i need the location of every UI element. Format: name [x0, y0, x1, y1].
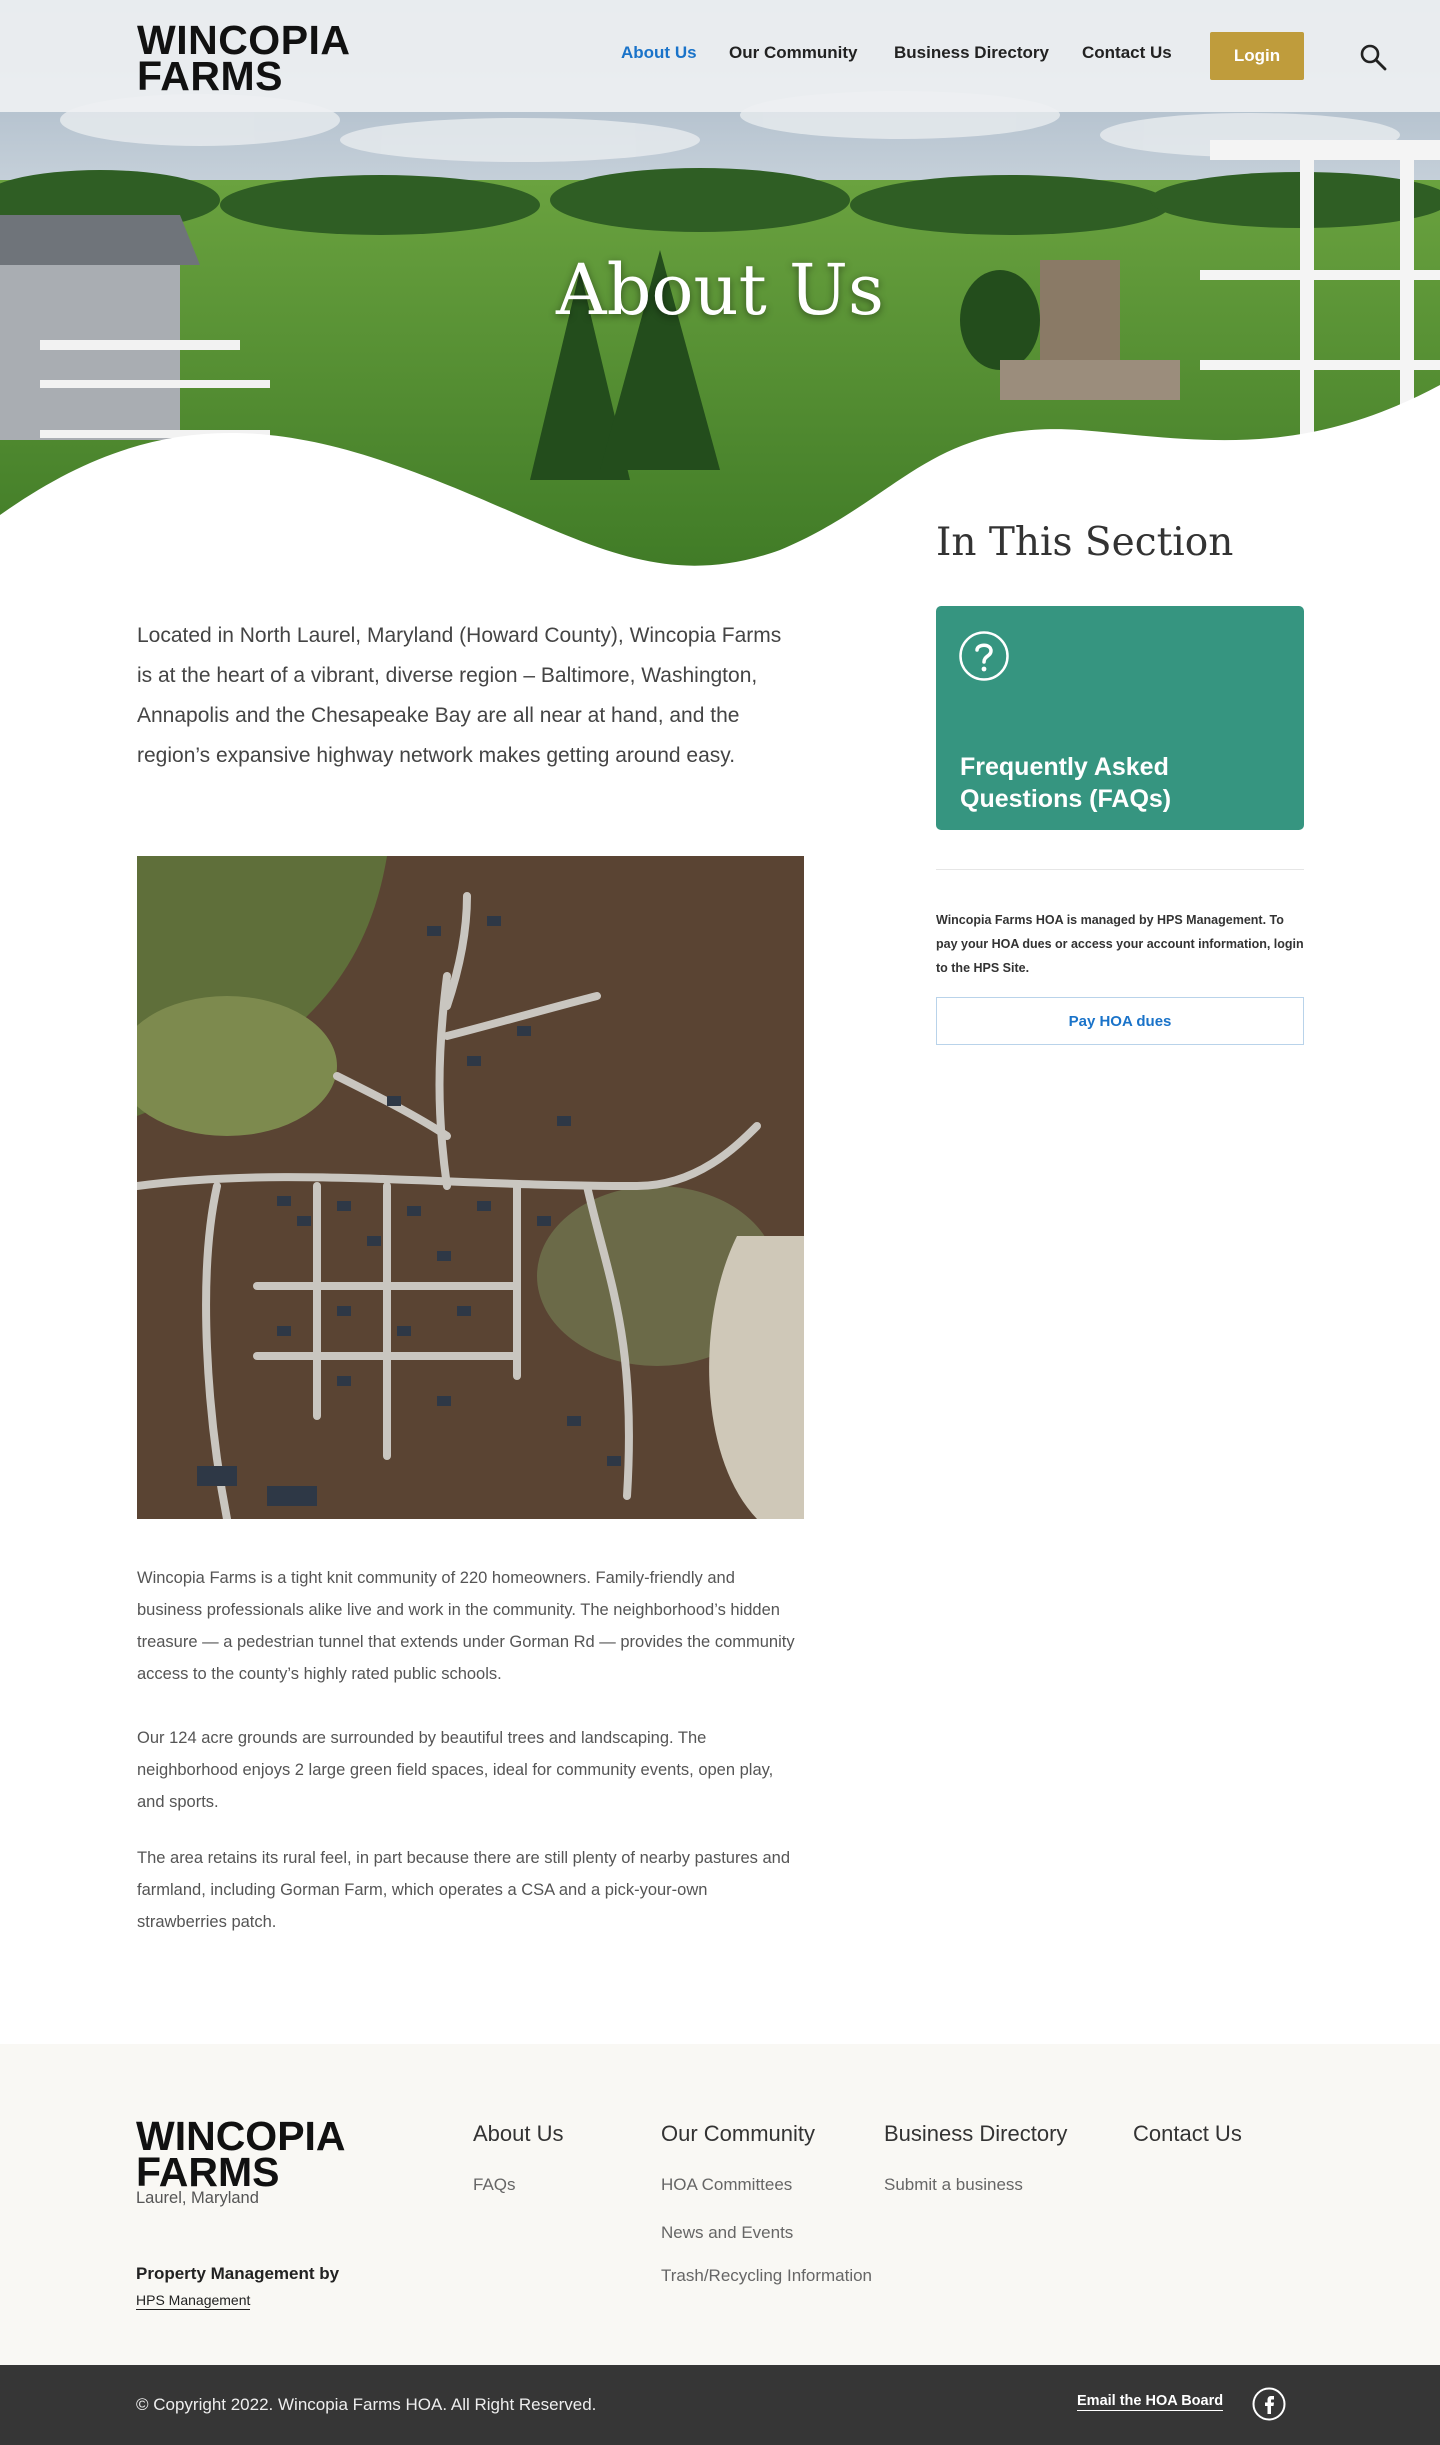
site-logo[interactable]: WINCOPIA FARMS	[137, 20, 351, 99]
nav-our-community[interactable]: Our Community	[729, 43, 857, 63]
site-header: WINCOPIA FARMS About Us Our Community Bu…	[0, 0, 1440, 112]
sidebar-divider	[936, 869, 1304, 870]
property-management-label: Property Management by	[136, 2264, 340, 2283]
pay-hoa-dues-button[interactable]: Pay HOA dues	[936, 997, 1304, 1045]
footer-link-submit-business[interactable]: Submit a business	[884, 2175, 1023, 2195]
page-title: About Us	[556, 249, 884, 331]
footer-link-trash-recycling[interactable]: Trash/Recycling Information	[661, 2266, 872, 2286]
bottom-bar: © Copyright 2022. Wincopia Farms HOA. Al…	[0, 2365, 1440, 2445]
footer-heading-contact-us[interactable]: Contact Us	[1133, 2121, 1242, 2147]
copyright-text: © Copyright 2022. Wincopia Farms HOA. Al…	[136, 2395, 597, 2414]
footer-heading-about-us[interactable]: About Us	[473, 2121, 564, 2147]
faq-card-label: Frequently Asked Questions (FAQs)	[960, 753, 1172, 813]
search-icon[interactable]	[1358, 42, 1388, 72]
body-paragraph-1: Wincopia Farms is a tight knit community…	[137, 1569, 795, 1683]
question-circle-icon	[959, 631, 1009, 681]
hoa-management-note: Wincopia Farms HOA is managed by HPS Man…	[936, 913, 1304, 975]
footer-link-news-and-events[interactable]: News and Events	[661, 2223, 793, 2243]
sidebar-title: In This Section	[936, 520, 1234, 565]
footer-logo[interactable]: WINCOPIA FARMS	[136, 2116, 346, 2195]
footer-heading-business-directory[interactable]: Business Directory	[884, 2121, 1067, 2147]
login-button[interactable]: Login	[1210, 32, 1304, 80]
footer-location: Laurel, Maryland	[136, 2189, 259, 2207]
facebook-icon[interactable]	[1252, 2387, 1286, 2421]
hps-management-link[interactable]: HPS Management	[136, 2291, 251, 2310]
faq-card[interactable]: Frequently Asked Questions (FAQs)	[936, 606, 1304, 830]
footer-heading-our-community[interactable]: Our Community	[661, 2121, 815, 2147]
nav-contact-us[interactable]: Contact Us	[1082, 43, 1172, 63]
footer-link-hoa-committees[interactable]: HOA Committees	[661, 2175, 792, 2195]
site-footer: WINCOPIA FARMS Laurel, Maryland Property…	[0, 2044, 1440, 2365]
body-paragraph-3: The area retains its rural feel, in part…	[137, 1849, 791, 1931]
footer-link-faqs[interactable]: FAQs	[473, 2175, 516, 2195]
body-paragraph-2: Our 124 acre grounds are surrounded by b…	[137, 1729, 774, 1811]
nav-about-us[interactable]: About Us	[621, 43, 697, 63]
intro-paragraph: Located in North Laurel, Maryland (Howar…	[137, 624, 782, 767]
aerial-neighborhood-image	[137, 856, 804, 1519]
logo-line-2: FARMS	[137, 53, 283, 99]
footer-logo-line-2: FARMS	[136, 2149, 280, 2195]
nav-business-directory[interactable]: Business Directory	[894, 43, 1049, 63]
email-hoa-board-link[interactable]: Email the HOA Board	[1077, 2392, 1224, 2411]
